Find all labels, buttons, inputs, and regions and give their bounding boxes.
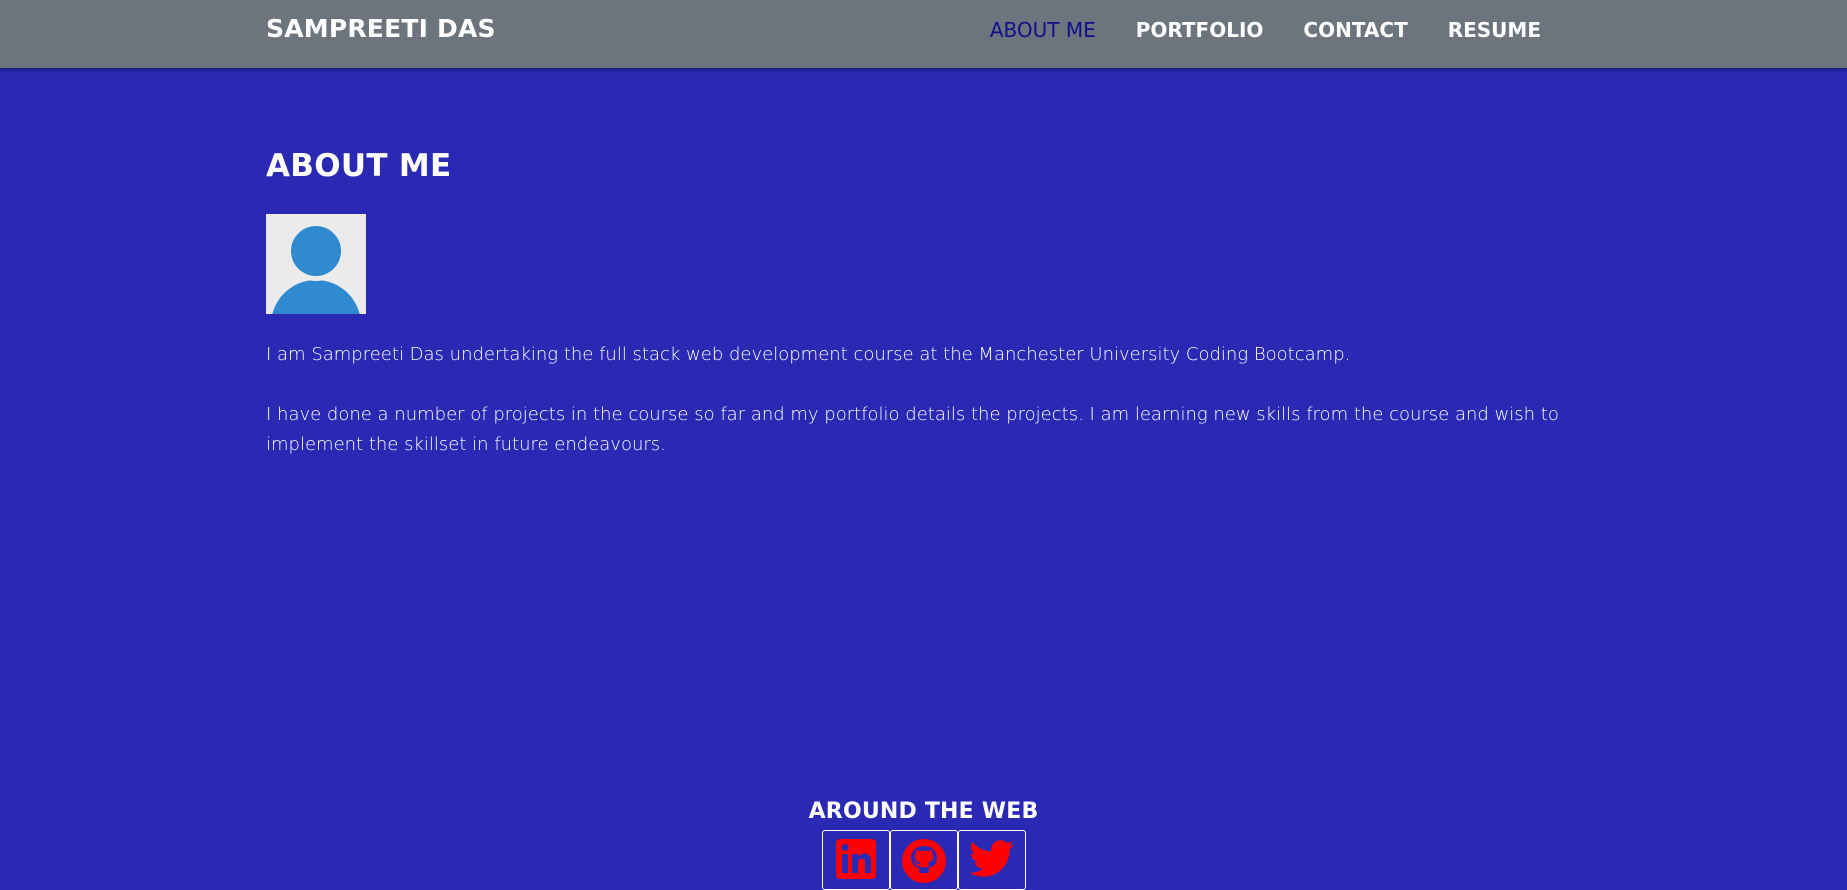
github-button[interactable] xyxy=(889,830,958,890)
nav-resume[interactable]: RESUME xyxy=(1448,18,1541,42)
nav-about-me[interactable]: ABOUT ME xyxy=(990,18,1096,42)
linkedin-button[interactable] xyxy=(821,830,890,890)
linkedin-icon xyxy=(835,839,876,879)
nav-contact[interactable]: CONTACT xyxy=(1303,18,1407,42)
about-paragraph-2: I have done a number of projects in the … xyxy=(266,404,1559,455)
about-section: ABOUT ME I am Sampreeti Das undertaking … xyxy=(266,148,1566,460)
user-avatar-icon xyxy=(266,214,366,314)
nav-portfolio[interactable]: PORTFOLIO xyxy=(1136,18,1264,42)
footer: AROUND THE WEB xyxy=(0,799,1847,890)
footer-title: AROUND THE WEB xyxy=(808,799,1039,824)
brand-link[interactable]: SAMPREETI DAS xyxy=(266,14,496,43)
social-links xyxy=(0,830,1847,890)
navbar: SAMPREETI DAS ABOUT ME PORTFOLIO CONTACT… xyxy=(0,0,1847,68)
twitter-icon xyxy=(968,840,1014,877)
about-paragraph-1: I am Sampreeti Das undertaking the full … xyxy=(266,344,1351,365)
twitter-button[interactable] xyxy=(957,830,1026,890)
github-icon xyxy=(901,839,946,883)
nav-links: ABOUT ME PORTFOLIO CONTACT RESUME xyxy=(990,18,1541,42)
section-title: ABOUT ME xyxy=(266,148,452,184)
